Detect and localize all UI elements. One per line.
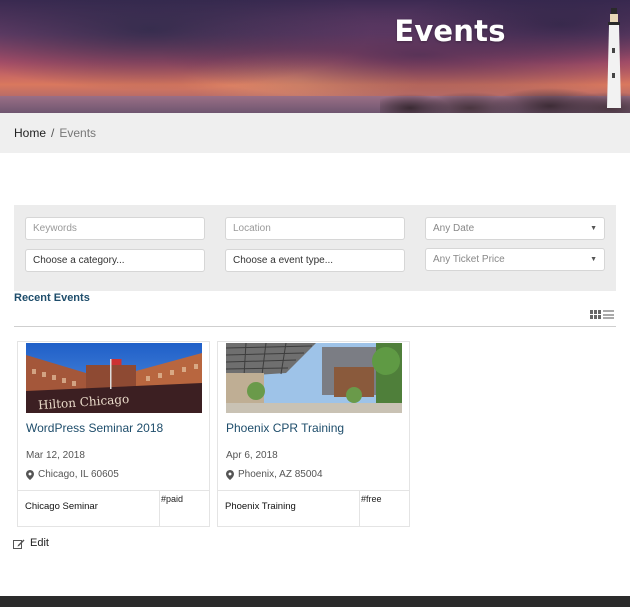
breadcrumb-home-link[interactable]: Home xyxy=(14,126,46,140)
date-select-value: Any Date xyxy=(433,223,475,234)
event-tag-cell: #paid xyxy=(159,491,209,527)
category-select-value: Choose a category... xyxy=(33,255,125,266)
map-pin-icon xyxy=(226,469,234,480)
event-date: Apr 6, 2018 xyxy=(226,450,278,461)
event-card-footer: Phoenix Training #free xyxy=(218,490,409,527)
edit-link[interactable]: Edit xyxy=(13,537,49,549)
event-location: Phoenix, AZ 85004 xyxy=(226,469,323,480)
event-card: Phoenix CPR Training Apr 6, 2018 Phoenix… xyxy=(217,341,410,527)
event-location-text: Chicago, IL 60605 xyxy=(38,469,119,480)
event-date: Mar 12, 2018 xyxy=(26,450,85,461)
ticket-price-select-value: Any Ticket Price xyxy=(433,254,505,265)
map-pin-icon xyxy=(26,469,34,480)
event-venue-name: Chicago Seminar xyxy=(25,501,98,512)
location-field[interactable] xyxy=(225,217,405,240)
event-type-select[interactable]: Choose a event type... xyxy=(225,249,405,272)
list-view-icon[interactable] xyxy=(603,310,614,319)
event-title-link[interactable]: Phoenix CPR Training xyxy=(226,421,344,435)
hero-background-rocks xyxy=(380,86,630,113)
event-location: Chicago, IL 60605 xyxy=(26,469,119,480)
event-image-hilton[interactable]: Hilton Chicago xyxy=(26,343,202,413)
recent-events-heading: Recent Events xyxy=(14,292,90,304)
section-divider xyxy=(14,326,616,327)
caret-down-icon: ▼ xyxy=(590,225,597,232)
edit-label: Edit xyxy=(30,537,49,549)
event-search-panel: Any Date ▼ Choose a category... Choose a… xyxy=(14,205,616,291)
breadcrumb-current: Events xyxy=(59,126,97,140)
keywords-input[interactable] xyxy=(33,223,197,234)
breadcrumb: Home / Events xyxy=(0,113,630,153)
caret-down-icon: ▼ xyxy=(590,256,597,263)
event-location-text: Phoenix, AZ 85004 xyxy=(238,469,323,480)
event-title-link[interactable]: WordPress Seminar 2018 xyxy=(26,421,163,435)
event-tag-cell: #free xyxy=(359,491,409,527)
breadcrumb-separator: / xyxy=(51,126,55,140)
page-title: Events xyxy=(394,14,506,48)
event-tag[interactable]: #paid xyxy=(161,494,183,504)
event-type-select-value: Choose a event type... xyxy=(233,255,334,266)
location-input[interactable] xyxy=(233,223,397,234)
hero-banner: Events xyxy=(0,0,630,113)
site-footer-bar xyxy=(0,596,630,607)
event-venue-name: Phoenix Training xyxy=(225,501,296,512)
view-toggle xyxy=(590,310,614,319)
ticket-price-select[interactable]: Any Ticket Price ▼ xyxy=(425,248,605,271)
category-select[interactable]: Choose a category... xyxy=(25,249,205,272)
event-tag[interactable]: #free xyxy=(361,494,382,504)
event-card: Hilton Chicago WordPress Seminar 2018 Ma… xyxy=(17,341,210,527)
keywords-field[interactable] xyxy=(25,217,205,240)
pencil-square-icon xyxy=(13,539,25,549)
date-select[interactable]: Any Date ▼ xyxy=(425,217,605,240)
event-image-phoenix[interactable] xyxy=(226,343,402,413)
grid-view-icon[interactable] xyxy=(590,310,601,319)
event-card-footer: Chicago Seminar #paid xyxy=(18,490,209,527)
